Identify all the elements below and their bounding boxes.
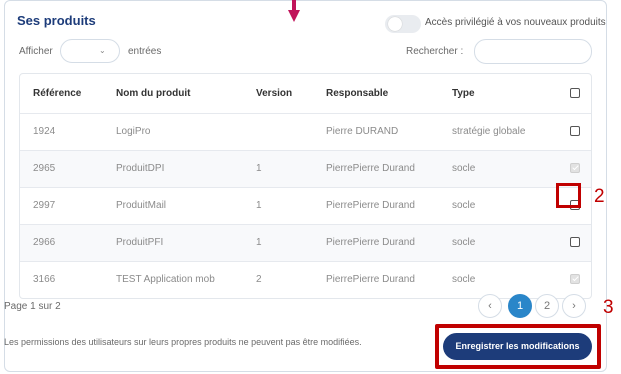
length-suffix: entrées — [128, 46, 162, 57]
page-1-button[interactable]: 1 — [508, 294, 532, 318]
cell-responsible: PierrePierre Durand — [326, 163, 415, 174]
annotation-step-2: 2 — [594, 186, 605, 207]
checkbox-highlight — [556, 183, 581, 208]
cell-responsible: PierrePierre Durand — [326, 237, 415, 248]
next-page-button[interactable]: › — [562, 294, 586, 318]
cell-type: socle — [452, 274, 476, 285]
privileged-access-toggle[interactable] — [385, 15, 421, 33]
cell-product-name: ProduitPFI — [116, 237, 164, 248]
cell-type: stratégie globale — [452, 126, 526, 137]
cell-version: 1 — [256, 163, 262, 174]
header-reference[interactable]: Référence — [33, 74, 81, 113]
entries-select[interactable]: ⌄ — [60, 39, 120, 63]
panel-title: Ses produits — [17, 13, 96, 28]
search-input[interactable] — [474, 39, 592, 64]
permissions-note: Les permissions des utilisateurs sur leu… — [4, 337, 362, 347]
toggle-knob — [388, 17, 402, 31]
row-checkbox-disabled — [570, 163, 580, 173]
page-info: Page 1 sur 2 — [4, 301, 61, 312]
cell-type: socle — [452, 163, 476, 174]
table-row: 1924 LogiPro Pierre DURAND stratégie glo… — [20, 114, 591, 151]
table-row: 2966 ProduitPFI 1 PierrePierre Durand so… — [20, 225, 591, 262]
pagination: ‹ 1 2 › — [478, 294, 590, 320]
table-row: 2997 ProduitMail 1 PierrePierre Durand s… — [20, 188, 591, 225]
cell-type: socle — [452, 237, 476, 248]
cell-product-name: TEST Application mob — [116, 274, 215, 285]
cell-reference: 1924 — [33, 126, 56, 137]
row-checkbox[interactable] — [570, 237, 580, 247]
cell-responsible: PierrePierre Durand — [326, 200, 415, 211]
annotation-step-3: 3 — [603, 297, 614, 318]
row-checkbox[interactable] — [570, 126, 580, 136]
cell-reference: 3166 — [33, 274, 56, 285]
page-2-button[interactable]: 2 — [535, 294, 559, 318]
cell-version: 2 — [256, 274, 262, 285]
cell-version: 1 — [256, 200, 262, 211]
prev-page-button[interactable]: ‹ — [478, 294, 502, 318]
cell-version: 1 — [256, 237, 262, 248]
table-row: 2965 ProduitDPI 1 PierrePierre Durand so… — [20, 151, 591, 188]
cell-product-name: ProduitMail — [116, 200, 167, 211]
cell-reference: 2965 — [33, 163, 56, 174]
table-row: 3166 TEST Application mob 2 PierrePierre… — [20, 262, 591, 298]
chevron-down-icon: ⌄ — [99, 46, 106, 55]
cell-responsible: Pierre DURAND — [326, 126, 399, 137]
arrow-down-icon — [288, 0, 300, 22]
select-all-checkbox[interactable] — [570, 88, 580, 98]
length-prefix: Afficher — [19, 46, 53, 57]
cell-product-name: ProduitDPI — [116, 163, 165, 174]
table-header-row: Référence Nom du produit Version Respons… — [20, 74, 591, 114]
cell-reference: 2997 — [33, 200, 56, 211]
cell-responsible: PierrePierre Durand — [326, 274, 415, 285]
privileged-access-label: Accès privilégié à vos nouveaux produits — [425, 17, 606, 28]
header-version[interactable]: Version — [256, 74, 292, 113]
search-label: Rechercher : — [406, 46, 464, 57]
header-type[interactable]: Type — [452, 74, 475, 113]
products-table: Référence Nom du produit Version Respons… — [19, 73, 592, 299]
row-checkbox-disabled — [570, 274, 580, 284]
products-panel: Ses produits Afficher ⌄ entrées Recherch… — [4, 0, 607, 372]
cell-type: socle — [452, 200, 476, 211]
header-product-name[interactable]: Nom du produit — [116, 74, 190, 113]
save-button-highlight — [435, 324, 601, 369]
cell-reference: 2966 — [33, 237, 56, 248]
cell-product-name: LogiPro — [116, 126, 151, 137]
header-responsible[interactable]: Responsable — [326, 74, 388, 113]
